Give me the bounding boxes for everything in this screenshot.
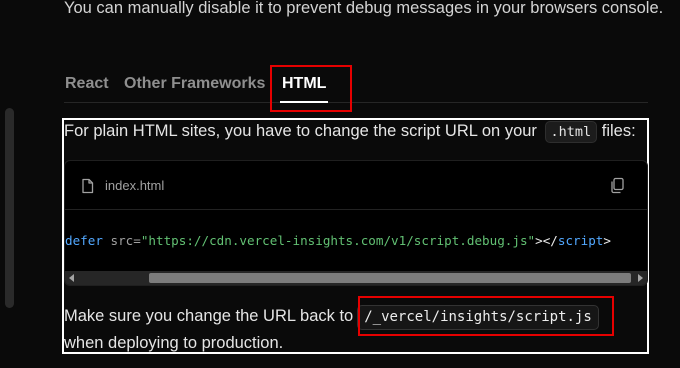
scroll-left-arrow-icon[interactable]	[69, 274, 74, 282]
code-token-keyword: defer	[65, 233, 103, 248]
copy-icon[interactable]	[609, 177, 626, 194]
code-block-header: index.html	[65, 161, 647, 210]
intro-text: You can manually disable it to prevent d…	[64, 0, 664, 17]
production-code-highlight	[358, 296, 614, 336]
code-horizontal-scrollbar[interactable]	[65, 271, 647, 285]
code-token-tag: script	[557, 233, 604, 248]
scrollbar-thumb[interactable]	[149, 273, 631, 283]
html-tab-highlight	[270, 65, 352, 112]
scroll-right-arrow-icon[interactable]	[638, 274, 643, 282]
code-token-end: >	[603, 233, 611, 248]
tab-react[interactable]: React	[65, 75, 109, 93]
production-note-text: Make sure you change the URL back to	[64, 307, 354, 325]
code-block: index.html defer src="https://cdn.vercel…	[64, 160, 648, 286]
page-scrollbar[interactable]	[5, 108, 14, 308]
code-token-close: ></	[535, 233, 558, 248]
file-icon	[82, 178, 94, 194]
code-token-string: "https://cdn.vercel-insights.com/v1/scri…	[140, 233, 536, 248]
code-token-attr: src=	[102, 233, 141, 248]
html-extension-code: .html	[544, 121, 598, 143]
code-line: defer src="https://cdn.vercel-insights.c…	[65, 233, 611, 248]
tab-other-frameworks[interactable]: Other Frameworks	[124, 75, 265, 93]
html-instructions-text: For plain HTML sites, you have to change…	[64, 122, 537, 140]
code-filename: index.html	[105, 178, 165, 193]
html-instructions-suffix: files:	[597, 122, 636, 140]
framework-tabs: React Other Frameworks HTML	[64, 66, 648, 103]
html-instructions: For plain HTML sites, you have to change…	[64, 120, 636, 143]
